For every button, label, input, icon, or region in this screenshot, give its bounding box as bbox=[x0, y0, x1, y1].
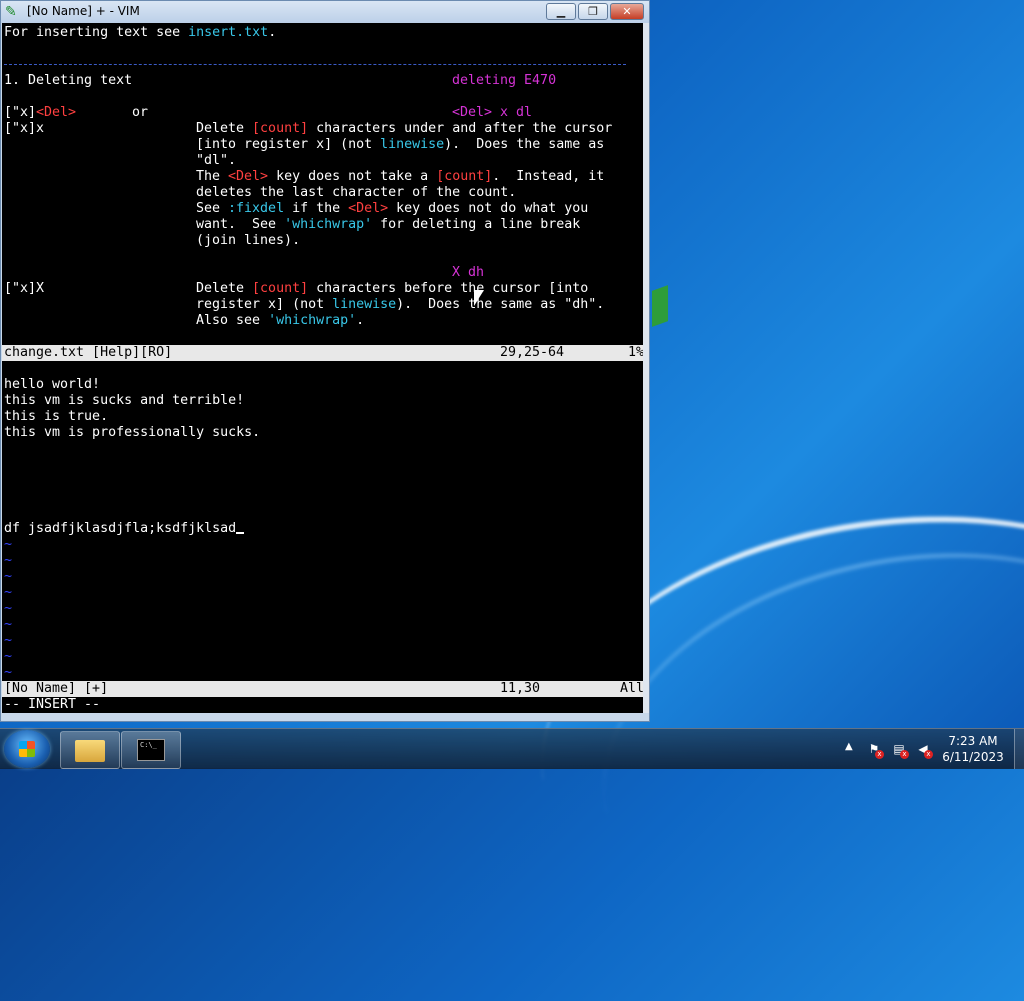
status-cursor-position: 11,30 bbox=[500, 681, 541, 696]
empty-line-tilde: ~ bbox=[4, 537, 13, 552]
show-desktop-button[interactable] bbox=[1014, 729, 1024, 769]
minimize-button[interactable]: ▁ bbox=[546, 3, 576, 20]
help-text-or: or bbox=[132, 105, 149, 120]
windows-logo-icon bbox=[19, 741, 35, 757]
network-icon[interactable]: ▤ x bbox=[891, 741, 909, 759]
help-description-line: (join lines). bbox=[196, 233, 301, 248]
empty-line-tilde: ~ bbox=[4, 617, 13, 632]
help-description-line: want. See 'whichwrap' for deleting a lin… bbox=[196, 217, 581, 232]
buffer-status-line[interactable]: [No Name] [+] 11,30 All bbox=[2, 681, 643, 697]
buffer-line: this is true. bbox=[4, 409, 109, 424]
empty-line-tilde: ~ bbox=[4, 649, 13, 664]
desktop-logo-fragment bbox=[652, 285, 668, 327]
buffer-line: df jsadfjklasdjfla;ksdfjklsad bbox=[4, 521, 245, 537]
help-description-line: [into register x] (not linewise). Does t… bbox=[196, 137, 605, 152]
mode-indicator: -- INSERT -- bbox=[4, 697, 101, 712]
help-description-line: "dl". bbox=[196, 153, 237, 168]
empty-line-tilde: ~ bbox=[4, 585, 13, 600]
status-cursor-position: 29,25-64 bbox=[500, 345, 565, 360]
mouse-pointer-icon bbox=[474, 290, 484, 306]
help-description-line: Delete [count] characters before the cur… bbox=[196, 281, 589, 296]
window-title: [No Name] + - VIM bbox=[27, 4, 140, 18]
empty-line-tilde: ~ bbox=[4, 633, 13, 648]
clock-date: 6/11/2023 bbox=[942, 750, 1004, 764]
status-scroll-percent: 1% bbox=[628, 345, 643, 360]
help-description-line: Delete [count] characters under and afte… bbox=[196, 121, 613, 136]
help-command: ["x]X bbox=[4, 281, 45, 296]
empty-line-tilde: ~ bbox=[4, 553, 13, 568]
folder-icon bbox=[75, 740, 105, 762]
empty-line-tilde: ~ bbox=[4, 569, 13, 584]
start-button[interactable] bbox=[4, 730, 50, 768]
help-link-insert[interactable]: insert.txt bbox=[188, 25, 268, 40]
vim-app-icon: ✎ bbox=[5, 4, 17, 20]
empty-line-tilde: ~ bbox=[4, 665, 13, 680]
buffer-line: this vm is sucks and terrible! bbox=[4, 393, 245, 408]
help-description-line: register x] (not linewise). Does the sam… bbox=[196, 297, 605, 312]
help-section-title: 1. Deleting text bbox=[4, 73, 133, 88]
show-hidden-icons-icon[interactable]: ▲ bbox=[845, 741, 853, 752]
help-description-line: Also see 'whichwrap'. bbox=[196, 313, 365, 328]
taskbar: C:\_ ▲ ⚑ x ▤ x ◀ x 7:23 AM 6/11/2023 bbox=[0, 728, 1024, 769]
vim-window: ✎ [No Name] + - VIM ▁ ❐ ✕ For inserting … bbox=[0, 0, 650, 722]
help-status-line[interactable]: change.txt [Help][RO] 29,25-64 1% bbox=[2, 345, 643, 361]
taskbar-explorer-button[interactable] bbox=[60, 731, 120, 769]
system-clock[interactable]: 7:23 AM 6/11/2023 bbox=[936, 733, 1010, 765]
close-button[interactable]: ✕ bbox=[610, 3, 644, 20]
text-cursor bbox=[236, 532, 245, 534]
help-section-divider bbox=[4, 64, 626, 65]
clock-time: 7:23 AM bbox=[948, 734, 998, 748]
help-description-line: deletes the last character of the count. bbox=[196, 185, 517, 200]
window-scrollbar[interactable] bbox=[643, 23, 649, 713]
status-filename: [No Name] [+] bbox=[4, 681, 109, 696]
vim-editor-area[interactable]: For inserting text see insert.txt. 1. De… bbox=[2, 23, 643, 713]
help-tag-del-x-dl[interactable]: <Del> x dl bbox=[452, 105, 532, 121]
help-description-line: The <Del> key does not take a [count]. I… bbox=[196, 169, 605, 184]
help-line: For inserting text see insert.txt. bbox=[4, 25, 277, 40]
buffer-line: this vm is professionally sucks. bbox=[4, 425, 261, 440]
help-command: ["x]x bbox=[4, 121, 45, 136]
action-center-flag-icon[interactable]: ⚑ x bbox=[866, 741, 884, 759]
command-prompt-icon: C:\_ bbox=[137, 739, 165, 761]
status-filename: change.txt [Help][RO] bbox=[4, 345, 173, 360]
help-command: ["x]<Del> bbox=[4, 105, 77, 120]
help-tag-X-dh[interactable]: X dh bbox=[452, 265, 484, 281]
title-bar[interactable]: ✎ [No Name] + - VIM ▁ ❐ ✕ bbox=[1, 1, 649, 23]
taskbar-cmd-button[interactable]: C:\_ bbox=[121, 731, 181, 769]
buffer-line: hello world! bbox=[4, 377, 101, 392]
help-description-line: See :fixdel if the <Del> key does not do… bbox=[196, 201, 589, 216]
empty-line-tilde: ~ bbox=[4, 601, 13, 616]
restore-button[interactable]: ❐ bbox=[578, 3, 608, 20]
help-tag-deleting[interactable]: deleting E470 bbox=[452, 73, 556, 89]
status-scroll-percent: All bbox=[620, 681, 643, 696]
volume-muted-icon[interactable]: ◀ x bbox=[915, 741, 933, 759]
